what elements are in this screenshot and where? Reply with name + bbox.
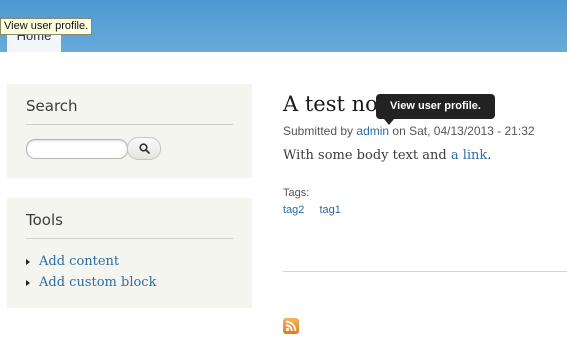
tags-label: Tags: <box>283 187 310 199</box>
submitted-info: Submitted by admin on Sat, 04/13/2013 - … <box>283 124 535 138</box>
body-period: . <box>487 148 492 163</box>
body-link[interactable]: a link <box>451 148 487 163</box>
submitted-prefix: Submitted by <box>283 124 354 138</box>
rss-icon <box>285 320 297 332</box>
tag-link[interactable]: tag1 <box>319 204 340 216</box>
bullet-icon <box>26 280 30 286</box>
add-content-link[interactable]: Add content <box>39 254 119 269</box>
user-profile-tooltip: View user profile. <box>376 94 495 125</box>
search-button[interactable] <box>127 137 161 160</box>
tag-link[interactable]: tag2 <box>283 204 304 216</box>
search-block: Search <box>7 84 252 178</box>
search-form <box>26 137 233 160</box>
content-divider <box>283 271 567 272</box>
node-body: With some body text and a link. <box>283 148 491 163</box>
tools-block: Tools Add content Add custom block <box>7 198 252 308</box>
search-input[interactable] <box>26 139 128 159</box>
menu-item-add-custom-block: Add custom block <box>26 272 233 293</box>
tools-block-title: Tools <box>26 211 233 239</box>
bullet-icon <box>26 259 30 265</box>
tooltip-text: View user profile. <box>390 100 481 112</box>
tags-list: tag2 tag1 <box>283 204 353 216</box>
add-custom-block-link[interactable]: Add custom block <box>39 275 156 290</box>
rss-feed-link[interactable] <box>283 318 299 334</box>
body-text: With some body text and <box>283 148 447 163</box>
menu-item-add-content: Add content <box>26 251 233 272</box>
search-block-title: Search <box>26 97 233 125</box>
search-icon <box>138 143 150 154</box>
submitted-date: on Sat, 04/13/2013 - 21:32 <box>392 124 535 138</box>
native-tooltip: View user profile. <box>0 18 93 35</box>
author-link[interactable]: admin <box>356 124 389 138</box>
tools-menu: Add content Add custom block <box>26 251 233 293</box>
